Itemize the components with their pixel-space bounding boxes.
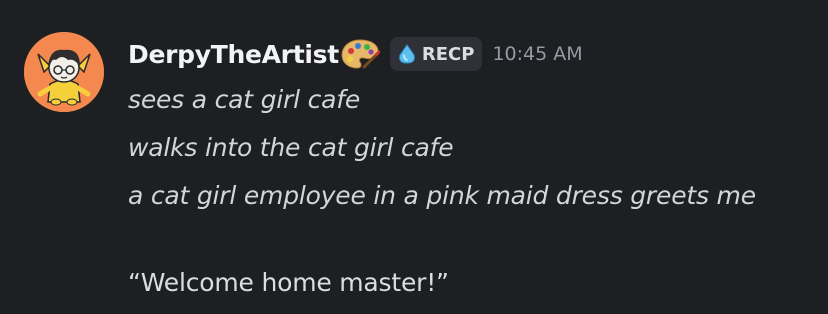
avatar-illustration-icon	[24, 32, 104, 112]
water-drop-icon	[399, 44, 415, 64]
message-line: sees a cat girl cafe	[128, 85, 361, 114]
chat-message: DerpyTheArtist RECP 10:45 AM sees a cat …	[0, 0, 828, 314]
role-tag-label: RECP	[421, 43, 475, 65]
message-header: DerpyTheArtist RECP 10:45 AM	[128, 34, 583, 74]
user-avatar[interactable]	[24, 32, 104, 112]
message-content: sees a cat girl cafe walks into the cat …	[128, 76, 828, 307]
message-quote: “Welcome home master!”	[128, 268, 449, 297]
artist-palette-icon	[340, 37, 381, 71]
message-line: a cat girl employee in a pink maid dress…	[128, 181, 756, 210]
message-line: walks into the cat girl cafe	[128, 133, 454, 162]
message-timestamp[interactable]: 10:45 AM	[492, 43, 582, 65]
role-tag[interactable]: RECP	[389, 37, 483, 71]
username[interactable]: DerpyTheArtist	[128, 40, 339, 69]
